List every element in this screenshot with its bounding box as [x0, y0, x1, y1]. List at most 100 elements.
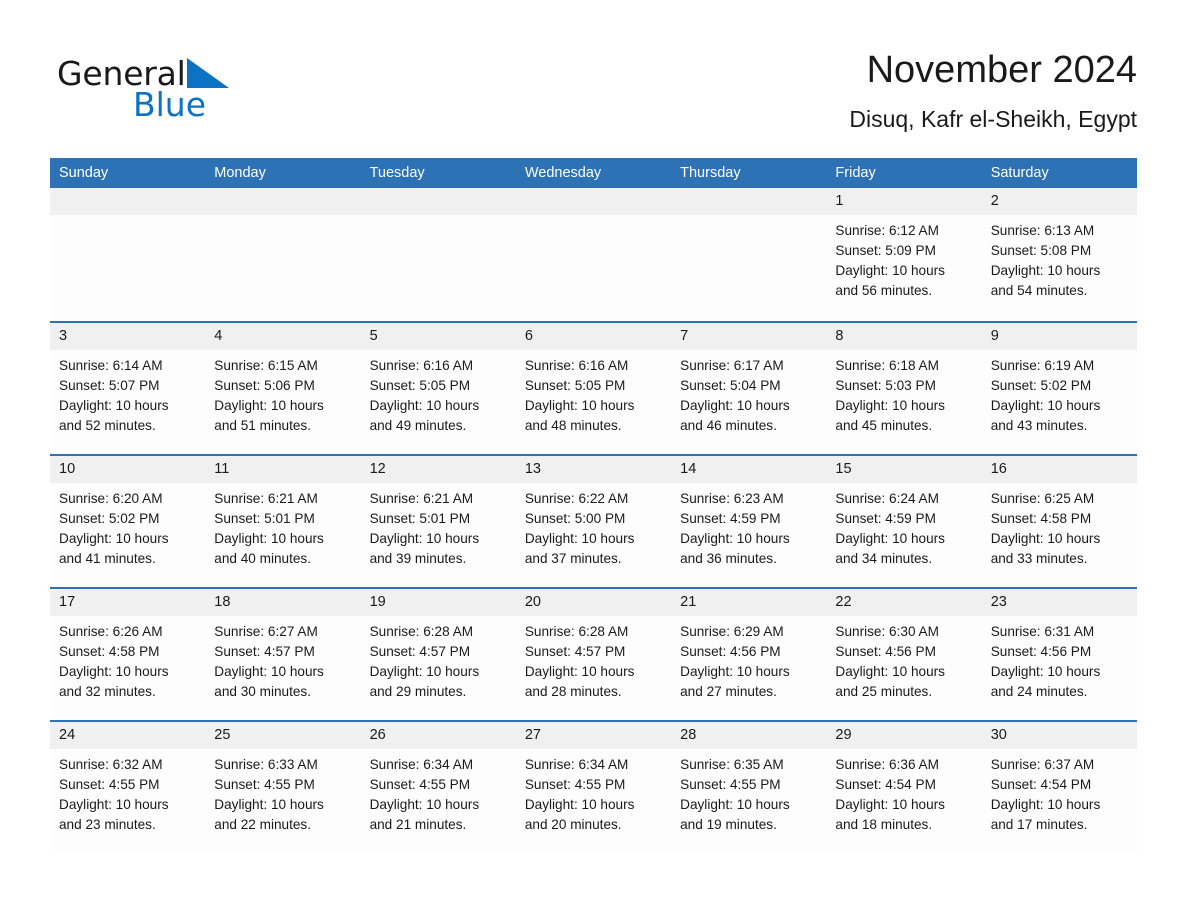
- sunset-text: Sunset: 4:55 PM: [214, 777, 315, 792]
- day-number-band: 18: [205, 589, 361, 616]
- daylight-text-line1: Daylight: 10 hours: [835, 664, 945, 679]
- sunrise-text: Sunrise: 6:29 AM: [680, 624, 784, 639]
- daylight-text-line2: and 33 minutes.: [990, 551, 1088, 566]
- day-details: Sunrise: 6:31 AM Sunset: 4:56 PM Daylight:…: [982, 616, 1137, 702]
- day-cell-23[interactable]: 23 Sunrise: 6:31 AM Sunset: 4:56 PM Dayligh…: [981, 589, 1137, 720]
- day-cell-16[interactable]: 16 Sunrise: 6:25 AM Sunset: 4:58 PM Dayligh…: [981, 456, 1137, 587]
- day-cell-25[interactable]: 25 Sunrise: 6:33 AM Sunset: 4:55 PM Dayligh…: [205, 722, 361, 853]
- day-number-band: 3: [50, 323, 206, 350]
- day-cell-22[interactable]: 22 Sunrise: 6:30 AM Sunset: 4:56 PM Dayligh…: [826, 589, 982, 720]
- daylight-text-line2: and 40 minutes.: [214, 551, 312, 566]
- daylight-text-line1: Daylight: 10 hours: [680, 664, 790, 679]
- day-cell-7[interactable]: 7 Sunrise: 6:17 AM Sunset: 5:04 PM Daylight…: [671, 323, 827, 454]
- sunrise-text: Sunrise: 6:28 AM: [524, 624, 629, 639]
- day-cell-2[interactable]: 2 Sunrise: 6:13 AM Sunset: 5:08 PM Daylight…: [981, 188, 1137, 321]
- day-cell-11[interactable]: 11 Sunrise: 6:21 AM Sunset: 5:01 PM Dayligh…: [205, 456, 361, 587]
- daylight-text-line1: Daylight: 10 hours: [369, 398, 480, 413]
- daylight-text-line1: Daylight: 10 hours: [369, 531, 480, 546]
- day-cell-28[interactable]: 28 Sunrise: 6:35 AM Sunset: 4:55 PM Dayligh…: [671, 722, 827, 853]
- day-details: Sunrise: 6:26 AM Sunset: 4:58 PM Daylight:…: [50, 616, 205, 702]
- calendar-grid: Sunday Monday Tuesday Wednesday Thursday Frid…: [50, 158, 1137, 853]
- day-cell-21[interactable]: 21 Sunrise: 6:29 AM Sunset: 4:56 PM Dayligh…: [671, 589, 827, 720]
- day-cell-empty: [50, 188, 206, 321]
- weekday-header-saturday: Saturday: [990, 165, 1049, 181]
- day-cell-27[interactable]: 27 Sunrise: 6:34 AM Sunset: 4:55 PM Dayligh…: [515, 722, 672, 853]
- day-number: 11: [214, 461, 230, 477]
- day-cell-26[interactable]: 26 Sunrise: 6:34 AM Sunset: 4:55 PM Dayligh…: [360, 722, 516, 853]
- day-cell-1[interactable]: 1 Sunrise: 6:12 AM Sunset: 5:09 PM Daylight…: [826, 188, 982, 321]
- sunset-text: Sunset: 4:59 PM: [835, 511, 936, 526]
- day-number: 3: [59, 328, 68, 344]
- sunrise-text: Sunrise: 6:22 AM: [524, 491, 629, 506]
- daylight-text-line1: Daylight: 10 hours: [59, 531, 169, 546]
- daylight-text-line2: and 21 minutes.: [369, 817, 467, 832]
- day-cell-24[interactable]: 24 Sunrise: 6:32 AM Sunset: 4:55 PM Dayligh…: [50, 722, 206, 853]
- day-cell-19[interactable]: 19 Sunrise: 6:28 AM Sunset: 4:57 PM Dayligh…: [360, 589, 516, 720]
- day-details: Sunrise: 6:14 AM Sunset: 5:07 PM Daylight:…: [50, 350, 205, 436]
- daylight-text-line2: and 36 minutes.: [680, 551, 777, 566]
- day-cell-14[interactable]: 14 Sunrise: 6:23 AM Sunset: 4:59 PM Dayligh…: [671, 456, 827, 587]
- sunrise-text: Sunrise: 6:30 AM: [835, 624, 939, 639]
- day-cell-20[interactable]: 20 Sunrise: 6:28 AM Sunset: 4:57 PM Dayligh…: [515, 589, 672, 720]
- day-number: 15: [835, 461, 852, 477]
- day-cell-10[interactable]: 10 Sunrise: 6:20 AM Sunset: 5:02 PM Dayligh…: [50, 456, 206, 587]
- day-cell-30[interactable]: 30 Sunrise: 6:37 AM Sunset: 4:54 PM Dayligh…: [981, 722, 1137, 853]
- day-number: 10: [59, 461, 76, 477]
- day-details: Sunrise: 6:25 AM Sunset: 4:58 PM Daylight:…: [982, 483, 1137, 569]
- sunset-text: Sunset: 4:57 PM: [214, 644, 315, 659]
- daylight-text-line2: and 46 minutes.: [680, 418, 777, 433]
- daylight-text-line2: and 51 minutes.: [214, 418, 312, 433]
- day-cell-17[interactable]: 17 Sunrise: 6:26 AM Sunset: 4:58 PM Dayligh…: [50, 589, 206, 720]
- day-cell-4[interactable]: 4 Sunrise: 6:15 AM Sunset: 5:06 PM Daylight…: [205, 323, 361, 454]
- day-cell-9[interactable]: 9 Sunrise: 6:19 AM Sunset: 5:02 PM Daylight…: [981, 323, 1137, 454]
- sunset-text: Sunset: 4:59 PM: [680, 511, 781, 526]
- calendar-page: General Blue November 2024 Disuq, Kafr e…: [0, 0, 1188, 918]
- day-cell-5[interactable]: 5 Sunrise: 6:16 AM Sunset: 5:05 PM Daylight…: [360, 323, 516, 454]
- sunrise-text: Sunrise: 6:18 AM: [835, 358, 939, 373]
- calendar-week-row: 10 Sunrise: 6:20 AM Sunset: 5:02 PM Dayligh…: [50, 454, 1137, 587]
- daylight-text-line1: Daylight: 10 hours: [59, 664, 169, 679]
- day-details: Sunrise: 6:28 AM Sunset: 4:57 PM Daylight:…: [516, 616, 671, 702]
- day-cell-3[interactable]: 3 Sunrise: 6:14 AM Sunset: 5:07 PM Daylight…: [50, 323, 206, 454]
- day-number-band: 15: [826, 456, 982, 483]
- day-details: Sunrise: 6:24 AM Sunset: 4:59 PM Daylight:…: [826, 483, 981, 569]
- day-cell-6[interactable]: 6 Sunrise: 6:16 AM Sunset: 5:05 PM Daylight…: [515, 323, 672, 454]
- day-number: 29: [835, 727, 852, 743]
- day-cell-15[interactable]: 15 Sunrise: 6:24 AM Sunset: 4:59 PM Dayligh…: [826, 456, 982, 587]
- daylight-text-line1: Daylight: 10 hours: [835, 263, 945, 278]
- day-number: 20: [524, 594, 541, 610]
- sunrise-text: Sunrise: 6:32 AM: [59, 757, 163, 772]
- day-cell-13[interactable]: 13 Sunrise: 6:22 AM Sunset: 5:00 PM Dayligh…: [515, 456, 672, 587]
- sunset-text: Sunset: 4:56 PM: [990, 644, 1092, 659]
- sunrise-text: Sunrise: 6:17 AM: [680, 358, 784, 373]
- day-number-band: 8: [826, 323, 982, 350]
- day-details: Sunrise: 6:19 AM Sunset: 5:02 PM Daylight:…: [982, 350, 1137, 436]
- brand-logo[interactable]: General Blue: [57, 55, 377, 135]
- sunset-text: Sunset: 4:55 PM: [59, 777, 160, 792]
- day-cell-12[interactable]: 12 Sunrise: 6:21 AM Sunset: 5:01 PM Dayligh…: [360, 456, 516, 587]
- day-details: Sunrise: 6:34 AM Sunset: 4:55 PM Daylight:…: [361, 749, 516, 835]
- sunrise-text: Sunrise: 6:16 AM: [524, 358, 629, 373]
- daylight-text-line2: and 23 minutes.: [59, 817, 156, 832]
- sunrise-text: Sunrise: 6:25 AM: [990, 491, 1095, 506]
- daylight-text-line1: Daylight: 10 hours: [524, 398, 635, 413]
- day-cell-29[interactable]: 29 Sunrise: 6:36 AM Sunset: 4:54 PM Dayligh…: [826, 722, 982, 853]
- sunset-text: Sunset: 5:06 PM: [214, 378, 315, 393]
- sunset-text: Sunset: 4:56 PM: [835, 644, 936, 659]
- title-block: November 2024 Disuq, Kafr el-Sheikh, Egy…: [437, 47, 1137, 134]
- sunrise-text: Sunrise: 6:34 AM: [524, 757, 629, 772]
- sunset-text: Sunset: 5:05 PM: [524, 378, 626, 393]
- daylight-text-line1: Daylight: 10 hours: [680, 398, 790, 413]
- day-number-band: 17: [50, 589, 206, 616]
- day-number: 28: [680, 727, 697, 743]
- day-number: 8: [835, 328, 844, 344]
- day-number-band: 27: [515, 722, 672, 749]
- day-details: Sunrise: 6:28 AM Sunset: 4:57 PM Daylight:…: [361, 616, 516, 702]
- day-number: 2: [990, 193, 999, 209]
- day-number: 7: [680, 328, 689, 344]
- day-details: Sunrise: 6:18 AM Sunset: 5:03 PM Daylight:…: [826, 350, 981, 436]
- daylight-text-line1: Daylight: 10 hours: [990, 664, 1101, 679]
- day-cell-18[interactable]: 18 Sunrise: 6:27 AM Sunset: 4:57 PM Dayligh…: [205, 589, 361, 720]
- day-cell-8[interactable]: 8 Sunrise: 6:18 AM Sunset: 5:03 PM Daylight…: [826, 323, 982, 454]
- day-number: 14: [680, 461, 697, 477]
